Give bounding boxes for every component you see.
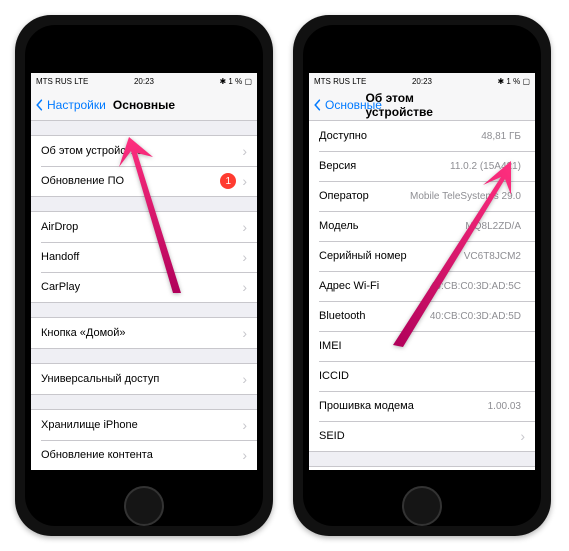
row-label: Прошивка модема bbox=[319, 400, 414, 412]
row-label: SEID bbox=[319, 430, 345, 442]
chevron-right-icon: › bbox=[242, 418, 247, 432]
row-label: Версия bbox=[319, 160, 356, 172]
status-bar: MTS RUS LTE 20:23 ✱ 1 % ▢ bbox=[31, 73, 257, 89]
row-label: Обновление контента bbox=[41, 449, 153, 461]
chevron-right-icon: › bbox=[242, 220, 247, 234]
chevron-left-icon bbox=[311, 99, 323, 111]
chevron-right-icon: › bbox=[242, 326, 247, 340]
home-button[interactable] bbox=[124, 486, 164, 526]
settings-group: Универсальный доступ › bbox=[31, 363, 257, 395]
row-label: Серийный номер bbox=[319, 250, 407, 262]
settings-row[interactable]: Адрес Wi-Fi40:CB:C0:3D:AD:5C bbox=[309, 271, 535, 301]
row-label: Доступно bbox=[319, 130, 367, 142]
row-value: 11.0.2 (15A421) bbox=[356, 161, 525, 172]
chevron-right-icon: › bbox=[242, 174, 247, 188]
row-label: Хранилище iPhone bbox=[41, 419, 138, 431]
chevron-right-icon: › bbox=[520, 429, 525, 443]
settings-row[interactable]: Обновление ПО 1 › bbox=[31, 166, 257, 196]
chevron-left-icon bbox=[33, 99, 45, 111]
row-label: Bluetooth bbox=[319, 310, 365, 322]
settings-row[interactable]: Серийный номерVC6T8JCM2 bbox=[309, 241, 535, 271]
settings-group: AirDrop › Handoff › CarPlay › bbox=[31, 211, 257, 303]
settings-row[interactable]: Об этом устройстве › bbox=[31, 136, 257, 166]
page-title: Основные bbox=[113, 98, 175, 112]
screen-left: MTS RUS LTE 20:23 ✱ 1 % ▢ Настройки Осно… bbox=[31, 73, 257, 470]
row-label: ICCID bbox=[319, 370, 349, 382]
row-value: MQ8L2ZD/A bbox=[358, 221, 525, 232]
row-label: Обновление ПО bbox=[41, 175, 124, 187]
row-label: Об этом устройстве bbox=[41, 145, 143, 157]
row-value: 40:CB:C0:3D:AD:5D bbox=[365, 311, 525, 322]
row-label: Handoff bbox=[41, 251, 79, 263]
settings-row[interactable]: ICCID bbox=[309, 361, 535, 391]
settings-list: Об этом устройстве›Обновление ПО1›AirDro… bbox=[31, 121, 257, 470]
settings-row[interactable]: Bluetooth40:CB:C0:3D:AD:5D bbox=[309, 301, 535, 331]
row-value: 1.00.03 bbox=[414, 401, 525, 412]
settings-row[interactable]: Хранилище iPhone › bbox=[31, 410, 257, 440]
row-value: VC6T8JCM2 bbox=[407, 251, 525, 262]
settings-row[interactable]: AirDrop › bbox=[31, 212, 257, 242]
screen-right: MTS RUS LTE 20:23 ✱ 1 % ▢ Основные Об эт… bbox=[309, 73, 535, 470]
settings-group: Об этом устройстве › Обновление ПО 1 › bbox=[31, 135, 257, 197]
badge: 1 bbox=[220, 173, 236, 189]
chevron-right-icon: › bbox=[242, 250, 247, 264]
status-bar: MTS RUS LTE 20:23 ✱ 1 % ▢ bbox=[309, 73, 535, 89]
settings-row[interactable]: Обновление контента › bbox=[31, 440, 257, 470]
settings-row[interactable]: IMEI bbox=[309, 331, 535, 361]
row-label: Кнопка «Домой» bbox=[41, 327, 126, 339]
row-label: Универсальный доступ bbox=[41, 373, 159, 385]
row-value: 40:CB:C0:3D:AD:5C bbox=[379, 281, 525, 292]
settings-group: Хранилище iPhone › Обновление контента › bbox=[31, 409, 257, 470]
row-label: Адрес Wi-Fi bbox=[319, 280, 379, 292]
settings-row[interactable]: Handoff › bbox=[31, 242, 257, 272]
chevron-right-icon: › bbox=[242, 372, 247, 386]
row-label: CarPlay bbox=[41, 281, 80, 293]
row-label: Модель bbox=[319, 220, 358, 232]
settings-group: Доступно48,81 ГБВерсия11.0.2 (15A421)Опе… bbox=[309, 121, 535, 452]
settings-group: Правовые документы› bbox=[309, 466, 535, 470]
status-time: 20:23 bbox=[412, 77, 432, 86]
row-label: AirDrop bbox=[41, 221, 78, 233]
settings-row[interactable]: Кнопка «Домой» › bbox=[31, 318, 257, 348]
settings-row[interactable]: Правовые документы› bbox=[309, 467, 535, 470]
row-label: Оператор bbox=[319, 190, 369, 202]
home-button[interactable] bbox=[402, 486, 442, 526]
nav-bar: Настройки Основные bbox=[31, 89, 257, 121]
settings-row[interactable]: Универсальный доступ › bbox=[31, 364, 257, 394]
settings-row[interactable]: ОператорMobile TeleSystems 29.0 bbox=[309, 181, 535, 211]
back-label: Настройки bbox=[47, 98, 106, 112]
row-value: Mobile TeleSystems 29.0 bbox=[369, 191, 525, 202]
row-value: 48,81 ГБ bbox=[367, 131, 525, 142]
status-battery: ✱ 1 % ▢ bbox=[497, 77, 530, 86]
nav-bar: Основные Об этом устройстве bbox=[309, 89, 535, 121]
status-carrier: MTS RUS LTE bbox=[314, 77, 366, 86]
settings-row[interactable]: Версия11.0.2 (15A421) bbox=[309, 151, 535, 181]
status-carrier: MTS RUS LTE bbox=[36, 77, 88, 86]
settings-row[interactable]: Прошивка модема1.00.03 bbox=[309, 391, 535, 421]
status-battery: ✱ 1 % ▢ bbox=[219, 77, 252, 86]
status-time: 20:23 bbox=[134, 77, 154, 86]
phone-right: MTS RUS LTE 20:23 ✱ 1 % ▢ Основные Об эт… bbox=[293, 15, 551, 536]
chevron-right-icon: › bbox=[242, 280, 247, 294]
chevron-right-icon: › bbox=[242, 144, 247, 158]
about-list: Доступно48,81 ГБВерсия11.0.2 (15A421)Опе… bbox=[309, 121, 535, 470]
phone-left: MTS RUS LTE 20:23 ✱ 1 % ▢ Настройки Осно… bbox=[15, 15, 273, 536]
page-title: Об этом устройстве bbox=[366, 91, 479, 119]
settings-group: Кнопка «Домой» › bbox=[31, 317, 257, 349]
chevron-right-icon: › bbox=[242, 448, 247, 462]
settings-row[interactable]: SEID › bbox=[309, 421, 535, 451]
settings-row[interactable]: CarPlay › bbox=[31, 272, 257, 302]
settings-row[interactable]: МодельMQ8L2ZD/A bbox=[309, 211, 535, 241]
back-button[interactable]: Настройки bbox=[31, 98, 106, 112]
settings-row[interactable]: Доступно48,81 ГБ bbox=[309, 121, 535, 151]
row-label: IMEI bbox=[319, 340, 342, 352]
